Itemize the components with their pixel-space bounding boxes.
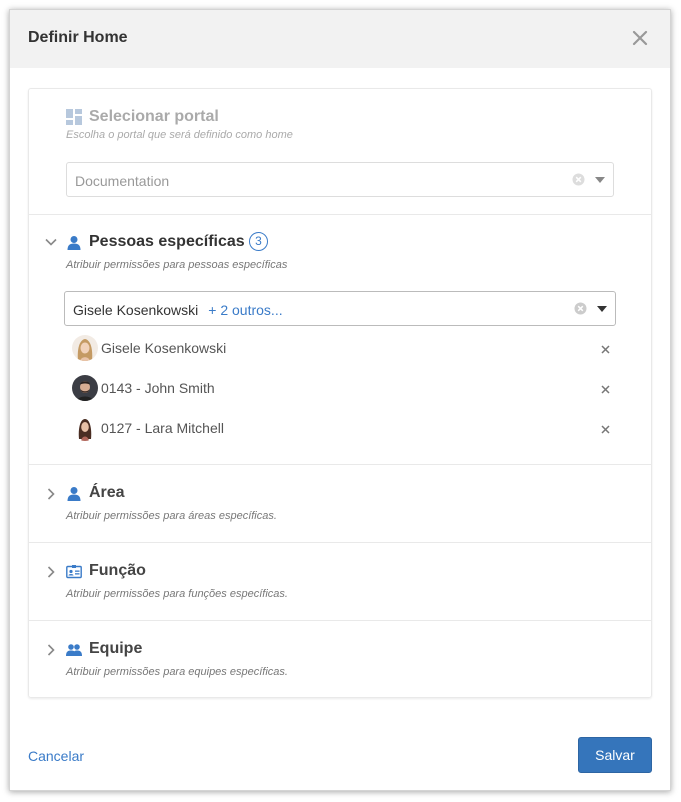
portal-select: Documentation: [66, 162, 614, 197]
area-title[interactable]: Área: [89, 484, 125, 502]
dashboard-icon: [66, 109, 82, 125]
area-subtitle: Atribuir permissões para áreas específic…: [66, 510, 277, 522]
portal-title: Selecionar portal: [89, 108, 219, 125]
user-name: 0143 - John Smith: [101, 380, 215, 396]
equipe-subtitle: Atribuir permissões para equipes específ…: [66, 666, 288, 678]
id-card-icon: [66, 564, 82, 580]
portal-select-value: Documentation: [75, 173, 170, 189]
portal-section: Selecionar portal Escolha o portal que s…: [29, 89, 651, 215]
avatar: [72, 415, 98, 441]
equipe-section: Equipe Atribuir permissões para equipes …: [29, 621, 651, 699]
funcao-section: Função Atribuir permissões para funções …: [29, 543, 651, 621]
user-name: 0127 - Lara Mitchell: [101, 420, 224, 436]
pessoas-title[interactable]: Pessoas específicas: [89, 233, 245, 251]
remove-icon[interactable]: [600, 342, 611, 354]
chevron-down-icon: [595, 177, 605, 183]
pessoas-section: Pessoas específicas 3 Atribuir permissõe…: [29, 215, 651, 465]
user-name: Gisele Kosenkowski: [101, 340, 227, 356]
pessoas-select[interactable]: Gisele Kosenkowski + 2 outros...: [64, 291, 616, 326]
team-icon: [66, 642, 82, 658]
chevron-right-icon[interactable]: [44, 565, 58, 579]
dialog-title: Definir Home: [28, 29, 128, 46]
chevron-down-icon[interactable]: [597, 306, 607, 312]
clear-icon[interactable]: [574, 302, 587, 315]
clear-icon: [572, 173, 585, 186]
chevron-down-icon[interactable]: [44, 235, 58, 249]
remove-icon[interactable]: [600, 382, 611, 394]
funcao-title[interactable]: Função: [89, 562, 146, 580]
selected-person: Gisele Kosenkowski: [73, 302, 199, 318]
list-item: 0127 - Lara Mitchell: [72, 414, 611, 442]
person-icon: [66, 486, 82, 502]
dialog-header: Definir Home: [10, 10, 670, 68]
avatar: [72, 335, 98, 361]
define-home-dialog: Definir Home Selecionar portal Escolha o…: [9, 9, 671, 791]
close-icon[interactable]: [630, 28, 650, 48]
save-button[interactable]: Salvar: [578, 737, 652, 773]
portal-subtitle: Escolha o portal que será definido como …: [66, 129, 293, 141]
chevron-right-icon[interactable]: [44, 643, 58, 657]
funcao-subtitle: Atribuir permissões para funções específ…: [66, 588, 288, 600]
count-badge: 3: [249, 232, 268, 251]
avatar: [72, 375, 98, 401]
person-icon: [66, 235, 82, 251]
chevron-right-icon[interactable]: [44, 487, 58, 501]
pessoas-select-value: Gisele Kosenkowski + 2 outros...: [73, 302, 283, 318]
area-section: Área Atribuir permissões para áreas espe…: [29, 465, 651, 543]
list-item: Gisele Kosenkowski: [72, 334, 611, 362]
cancel-button[interactable]: Cancelar: [28, 748, 84, 764]
more-selected-link[interactable]: + 2 outros...: [208, 302, 282, 318]
remove-icon[interactable]: [600, 422, 611, 434]
equipe-title[interactable]: Equipe: [89, 640, 142, 658]
list-item: 0143 - John Smith: [72, 374, 611, 402]
permissions-panel: Selecionar portal Escolha o portal que s…: [28, 88, 652, 698]
pessoas-subtitle: Atribuir permissões para pessoas específ…: [66, 259, 288, 271]
